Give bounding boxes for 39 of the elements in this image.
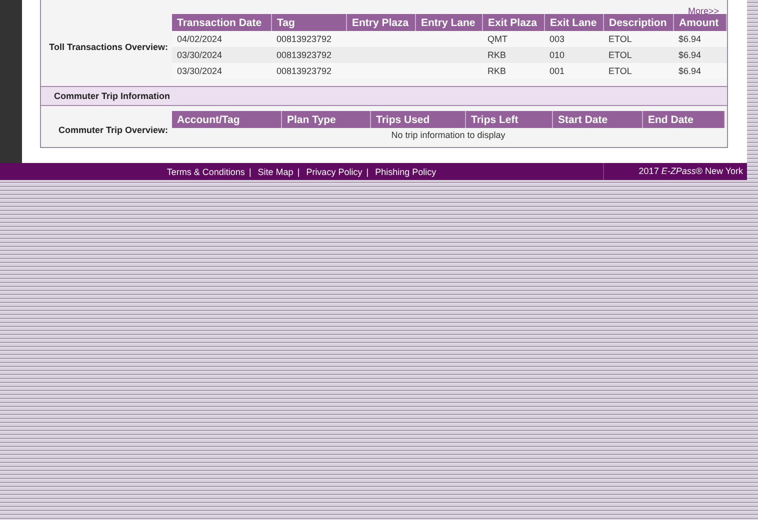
link-separator: | — [248, 166, 252, 176]
table-cell: ETOL — [604, 31, 674, 47]
column-header: Entry Lane — [416, 14, 482, 31]
table-cell: $6.94 — [674, 47, 726, 63]
section-header: Commuter Trip Information — [41, 86, 727, 106]
table-cell: 03/30/2024 — [172, 47, 272, 63]
column-header: Exit Lane — [544, 14, 604, 31]
column-header: Amount — [674, 14, 726, 31]
column-header: Trips Left — [466, 111, 552, 128]
footer-link[interactable]: Phishing Policy — [375, 166, 436, 176]
section-label: Commuter Trip Overview: — [58, 125, 168, 135]
table-cell: 00813923792 — [272, 31, 346, 47]
empty-message: No trip information to display — [391, 130, 506, 140]
table-cell: 010 — [544, 47, 604, 63]
table-cell: RKB — [482, 47, 544, 63]
column-header: Start Date — [552, 111, 642, 128]
footer-link[interactable]: Privacy Policy — [306, 166, 362, 176]
table-cell: 003 — [544, 31, 604, 47]
table-cell: 04/02/2024 — [172, 31, 272, 47]
link-separator: | — [366, 166, 369, 176]
footer-link[interactable]: Terms & Conditions — [166, 166, 245, 176]
table-cell: $6.94 — [674, 31, 726, 47]
column-header: Description — [604, 14, 674, 31]
more-link[interactable]: More>> — [688, 6, 719, 16]
column-header: Exit Plaza — [482, 14, 544, 31]
column-header: Account/Tag — [172, 111, 282, 128]
column-header: Transaction Date — [172, 14, 272, 31]
table-cell: 00813923792 — [272, 47, 346, 63]
footer-link[interactable]: Site Map — [258, 166, 294, 176]
column-header: End Date — [642, 111, 724, 128]
link-separator: | — [297, 166, 300, 176]
section-label: Toll Transactions Overview: — [49, 42, 168, 52]
table-cell: QMT — [482, 31, 544, 47]
table-cell: ETOL — [604, 47, 674, 63]
column-header: Entry Plaza — [346, 14, 416, 31]
column-header: Tag — [272, 14, 346, 31]
column-header: Trips Used — [370, 111, 466, 128]
copyright-text: 2017 E-ZPass® New York — [638, 166, 743, 176]
column-header: Plan Type — [282, 111, 370, 128]
